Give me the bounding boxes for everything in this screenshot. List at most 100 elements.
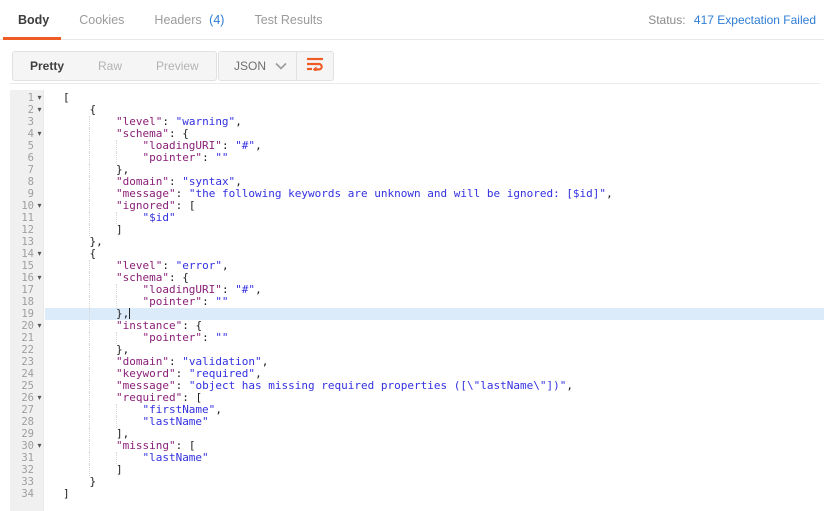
- code-line: 13},: [0, 235, 824, 249]
- line-number: 27: [21, 404, 34, 416]
- code-text: "pointer": "": [45, 152, 824, 164]
- line-number: 2: [27, 104, 34, 116]
- response-tab-bar: Body Cookies Headers (4) Test Results St…: [0, 0, 824, 40]
- fold-toggle-icon[interactable]: ▾: [34, 392, 45, 404]
- language-dropdown-value: JSON: [234, 59, 267, 73]
- code-text: ]: [45, 224, 824, 236]
- text-cursor: [129, 308, 131, 319]
- view-mode-raw[interactable]: Raw: [81, 52, 139, 80]
- fold-toggle-icon[interactable]: ▾: [34, 104, 45, 116]
- code-lines: 1 ▾[2 ▾{3 "level": "warning", 4 ▾ "schema": {5…: [0, 92, 824, 500]
- code-line: 11 "$id": [0, 212, 824, 224]
- line-number: 9: [27, 188, 34, 200]
- line-number: 10: [21, 200, 34, 212]
- line-number: 23: [21, 356, 34, 368]
- wrap-lines-icon: [306, 56, 325, 76]
- code-line: 20 ▾ "instance": {: [0, 320, 824, 332]
- line-number: 11: [21, 212, 34, 224]
- code-text: ]: [45, 464, 824, 476]
- headers-count-badge: (4): [209, 13, 225, 27]
- code-line: 12]: [0, 224, 824, 236]
- chevron-down-icon: [275, 57, 287, 75]
- tab-test-results[interactable]: Test Results: [254, 13, 322, 27]
- tab-cookies-label: Cookies: [79, 13, 125, 27]
- line-number: 20: [21, 320, 34, 332]
- line-number: 7: [27, 164, 34, 176]
- tab-test-results-label: Test Results: [254, 13, 323, 27]
- code-text: "$id": [45, 212, 824, 224]
- code-line: 31 "lastName": [0, 452, 824, 464]
- code-text: ]: [63, 487, 70, 500]
- language-dropdown[interactable]: JSON: [218, 51, 301, 81]
- view-mode-preview[interactable]: Preview: [139, 52, 216, 80]
- line-number: 19: [21, 308, 34, 320]
- status-code-value[interactable]: 417 Expectation Failed: [694, 13, 816, 27]
- tab-headers[interactable]: Headers (4): [154, 13, 224, 27]
- line-number: 3: [27, 116, 34, 128]
- line-number: 14: [21, 248, 34, 260]
- toolbar-editor-divider: [10, 83, 820, 84]
- code-line: 17 "loadingURI": "#",: [0, 284, 824, 296]
- code-line: 34]: [0, 487, 824, 501]
- code-line: 33}: [0, 475, 824, 489]
- code-text: }: [89, 475, 97, 488]
- body-view-toolbar: Pretty Raw Preview JSON: [0, 41, 824, 89]
- line-number: 22: [21, 344, 34, 356]
- line-number: 21: [21, 332, 34, 344]
- line-number: 17: [21, 284, 34, 296]
- line-number: 28: [21, 416, 34, 428]
- fold-toggle-icon[interactable]: ▾: [34, 92, 45, 104]
- fold-toggle-icon[interactable]: ▾: [34, 128, 45, 140]
- code-text: "pointer": "": [45, 296, 824, 308]
- tab-cookies[interactable]: Cookies: [79, 13, 124, 27]
- code-line: 26 ▾ "required": [: [0, 392, 824, 404]
- line-number: 4: [27, 128, 34, 140]
- line-number: 15: [21, 260, 34, 272]
- code-editor[interactable]: 1 ▾[2 ▾{3 "level": "warning", 4 ▾ "schema": {5…: [0, 90, 824, 511]
- code-text: },: [89, 235, 103, 248]
- view-mode-group: Pretty Raw Preview: [12, 51, 217, 81]
- line-number: 30: [21, 440, 34, 452]
- line-number: 5: [27, 140, 34, 152]
- line-number: 12: [21, 224, 34, 236]
- fold-toggle-icon[interactable]: ▾: [34, 272, 45, 284]
- line-number: 6: [27, 152, 34, 164]
- fold-toggle-icon[interactable]: ▾: [34, 320, 45, 332]
- line-number: 31: [21, 452, 34, 464]
- view-mode-pretty[interactable]: Pretty: [13, 52, 81, 80]
- wrap-lines-button[interactable]: [296, 51, 334, 81]
- tab-body-label: Body: [18, 13, 50, 27]
- status-indicator: Status: 417 Expectation Failed: [648, 0, 816, 40]
- code-line: 5 "loadingURI": "#",: [0, 140, 824, 152]
- fold-toggle-icon[interactable]: ▾: [34, 200, 45, 212]
- line-number: 34: [21, 488, 34, 500]
- line-number: 18: [21, 296, 34, 308]
- code-line: 10 ▾ "ignored": [: [0, 200, 824, 212]
- code-text: "pointer": "": [45, 332, 824, 344]
- code-text: "lastName": [45, 416, 824, 428]
- tab-body[interactable]: Body: [3, 13, 61, 40]
- line-number: 24: [21, 368, 34, 380]
- line-number: 29: [21, 428, 34, 440]
- fold-toggle-icon[interactable]: ▾: [34, 440, 45, 452]
- code-text: [: [63, 91, 70, 104]
- fold-toggle-icon[interactable]: ▾: [34, 248, 45, 260]
- tab-headers-label: Headers: [154, 13, 202, 27]
- line-number: 1: [27, 92, 34, 104]
- line-number: 32: [21, 464, 34, 476]
